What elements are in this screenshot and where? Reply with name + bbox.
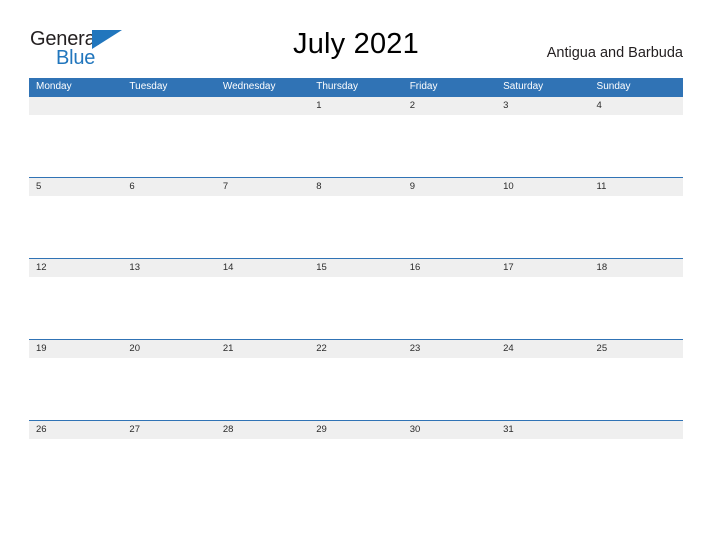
week-date-band: 26 27 28 29 30 31 xyxy=(29,420,683,439)
week-date-band: 5 6 7 8 9 10 11 xyxy=(29,177,683,196)
day-cell[interactable]: 29 xyxy=(309,421,402,439)
day-cell[interactable]: 26 xyxy=(29,421,122,439)
weekday-header-tuesday: Tuesday xyxy=(129,81,168,92)
week-row: 12 13 14 15 16 17 18 xyxy=(29,258,683,340)
weekday-header-friday: Friday xyxy=(409,81,438,92)
day-cell[interactable]: 13 xyxy=(122,259,215,277)
week-row: 5 6 7 8 9 10 11 xyxy=(29,177,683,259)
day-cell[interactable] xyxy=(29,97,122,115)
day-cell[interactable]: 30 xyxy=(403,421,496,439)
day-cell[interactable]: 6 xyxy=(122,178,215,196)
week-note-area[interactable] xyxy=(29,115,683,178)
week-row: 26 27 28 29 30 31 xyxy=(29,420,683,502)
day-cell[interactable]: 3 xyxy=(496,97,589,115)
week-date-band: 1 2 3 4 xyxy=(29,96,683,115)
week-date-band: 12 13 14 15 16 17 18 xyxy=(29,258,683,277)
week-note-area[interactable] xyxy=(29,358,683,421)
day-cell[interactable]: 10 xyxy=(496,178,589,196)
week-row: 1 2 3 4 xyxy=(29,96,683,178)
day-cell[interactable]: 12 xyxy=(29,259,122,277)
day-cell[interactable]: 20 xyxy=(122,340,215,358)
weekday-header-sunday: Sunday xyxy=(596,81,631,92)
day-cell[interactable] xyxy=(590,421,683,439)
day-cell[interactable] xyxy=(122,97,215,115)
calendar-grid: Monday Tuesday Wednesday Thursday Friday… xyxy=(29,78,683,502)
weekday-header-monday: Monday xyxy=(36,81,72,92)
day-cell[interactable]: 24 xyxy=(496,340,589,358)
week-note-area[interactable] xyxy=(29,196,683,259)
day-cell[interactable]: 9 xyxy=(403,178,496,196)
day-cell[interactable]: 23 xyxy=(403,340,496,358)
day-cell[interactable]: 17 xyxy=(496,259,589,277)
day-cell[interactable]: 16 xyxy=(403,259,496,277)
day-cell[interactable]: 8 xyxy=(309,178,402,196)
day-cell[interactable]: 18 xyxy=(590,259,683,277)
day-cell[interactable]: 22 xyxy=(309,340,402,358)
day-cell[interactable]: 11 xyxy=(590,178,683,196)
country-label: Antigua and Barbuda xyxy=(546,45,683,61)
weekday-header-thursday: Thursday xyxy=(316,81,358,92)
day-cell[interactable]: 5 xyxy=(29,178,122,196)
day-cell[interactable]: 31 xyxy=(496,421,589,439)
week-note-area[interactable] xyxy=(29,277,683,340)
weekday-header-row: Monday Tuesday Wednesday Thursday Friday… xyxy=(29,78,683,96)
day-cell[interactable]: 1 xyxy=(309,97,402,115)
day-cell[interactable]: 7 xyxy=(216,178,309,196)
weekday-header-wednesday: Wednesday xyxy=(222,81,276,92)
week-date-band: 19 20 21 22 23 24 25 xyxy=(29,339,683,358)
day-cell[interactable]: 19 xyxy=(29,340,122,358)
day-cell[interactable]: 21 xyxy=(216,340,309,358)
day-cell[interactable]: 15 xyxy=(309,259,402,277)
week-row: 19 20 21 22 23 24 25 xyxy=(29,339,683,421)
day-cell[interactable]: 2 xyxy=(403,97,496,115)
weekday-header-saturday: Saturday xyxy=(503,81,544,92)
day-cell[interactable]: 28 xyxy=(216,421,309,439)
week-note-area[interactable] xyxy=(29,439,683,502)
day-cell[interactable]: 4 xyxy=(590,97,683,115)
day-cell[interactable]: 27 xyxy=(122,421,215,439)
day-cell[interactable] xyxy=(216,97,309,115)
page-header: General Blue July 2021 Antigua and Barbu… xyxy=(0,0,712,78)
day-cell[interactable]: 25 xyxy=(590,340,683,358)
day-cell[interactable]: 14 xyxy=(216,259,309,277)
